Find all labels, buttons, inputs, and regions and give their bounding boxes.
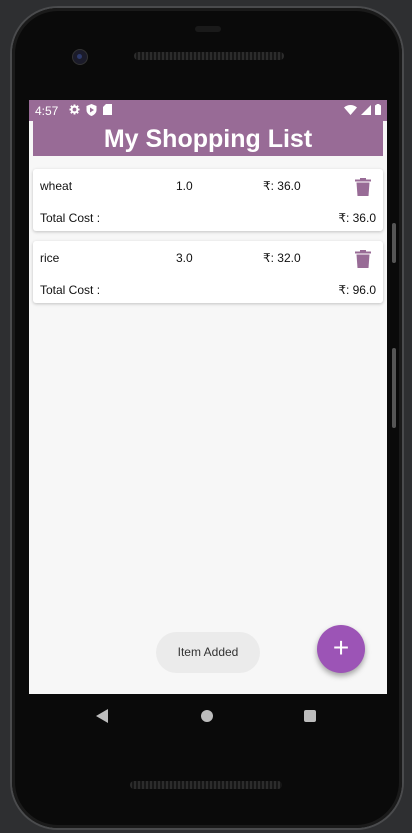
recents-icon[interactable] [304, 710, 316, 722]
front-camera [72, 49, 88, 65]
play-protect-icon [86, 104, 97, 119]
status-bar: 4:57 [29, 100, 387, 121]
item-price: ₹: 32.0 [263, 251, 301, 265]
status-left-icons [69, 104, 112, 119]
item-name: rice [40, 251, 60, 265]
gear-icon [69, 104, 80, 119]
back-icon[interactable] [96, 709, 108, 728]
navigation-bar [29, 694, 387, 738]
toast-message: Item Added [156, 632, 260, 673]
home-icon[interactable] [201, 710, 213, 722]
app-screen: 4:57 My Shopping List wheat 1.0 ₹: 36.0 … [29, 100, 387, 694]
total-cost-label: Total Cost : [40, 211, 101, 225]
list-item[interactable]: wheat 1.0 ₹: 36.0 Total Cost : ₹: 36.0 [33, 169, 383, 231]
total-cost-value: ₹: 96.0 [338, 283, 376, 297]
sd-card-icon [103, 104, 112, 119]
signal-icon [361, 104, 371, 118]
top-speaker [134, 52, 284, 60]
status-time: 4:57 [35, 104, 59, 118]
top-slit [195, 26, 221, 32]
wifi-icon [344, 104, 357, 118]
volume-button [392, 223, 396, 263]
item-quantity: 1.0 [176, 179, 193, 193]
list-item[interactable]: rice 3.0 ₹: 32.0 Total Cost : ₹: 96.0 [33, 241, 383, 303]
bottom-speaker [130, 781, 282, 789]
item-name: wheat [40, 179, 73, 193]
app-title: My Shopping List [33, 121, 383, 156]
power-button [392, 348, 396, 428]
item-price: ₹: 36.0 [263, 179, 301, 193]
total-cost-label: Total Cost : [40, 283, 101, 297]
add-item-button[interactable]: + [317, 625, 365, 673]
battery-icon [375, 104, 381, 118]
total-cost-value: ₹: 36.0 [338, 211, 376, 225]
delete-icon[interactable] [355, 250, 371, 268]
item-quantity: 3.0 [176, 251, 193, 265]
delete-icon[interactable] [355, 178, 371, 196]
status-right-icons [344, 104, 381, 118]
